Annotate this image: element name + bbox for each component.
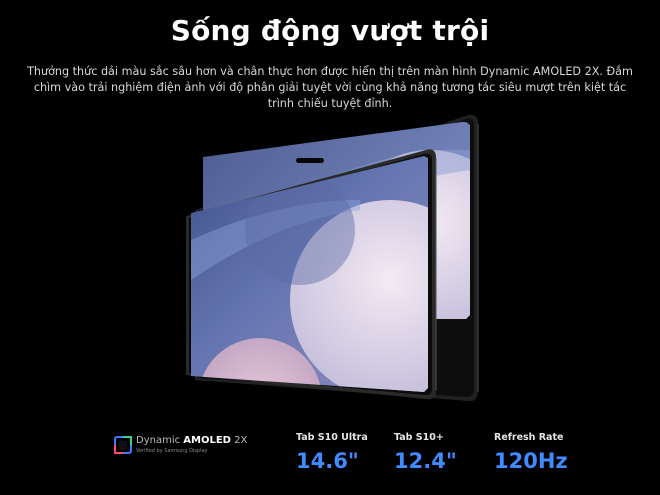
tablets-illustration: [186, 114, 479, 402]
spec-value: 120Hz: [494, 449, 568, 473]
page-title: Sống động vượt trội: [170, 14, 490, 47]
spec-refresh-rate: Refresh Rate 120Hz: [494, 432, 568, 473]
tablet-hero-image: [0, 110, 660, 415]
spec-tab-s10-plus: Tab S10+ 12.4": [394, 432, 457, 473]
spec-value: 12.4": [394, 449, 457, 473]
specs-row: Dynamic AMOLED 2X Verified by Samsung Di…: [0, 428, 660, 488]
page-description: Thưởng thức dải màu sắc sâu hơn và chân …: [27, 65, 633, 110]
spec-label: Refresh Rate: [494, 432, 564, 443]
spec-tab-s10-ultra: Tab S10 Ultra 14.6": [296, 432, 368, 473]
spec-value: 14.6": [296, 449, 359, 473]
amoled-brand-text: Dynamic AMOLED 2X: [136, 435, 248, 446]
spec-label: Tab S10 Ultra: [296, 432, 368, 443]
amoled-verified-text: Verified by Samsung Display: [136, 448, 208, 454]
spec-label: Tab S10+: [394, 432, 444, 443]
amoled-logo-icon: [114, 436, 132, 454]
amoled-badge: Dynamic AMOLED 2X Verified by Samsung Di…: [114, 434, 264, 458]
